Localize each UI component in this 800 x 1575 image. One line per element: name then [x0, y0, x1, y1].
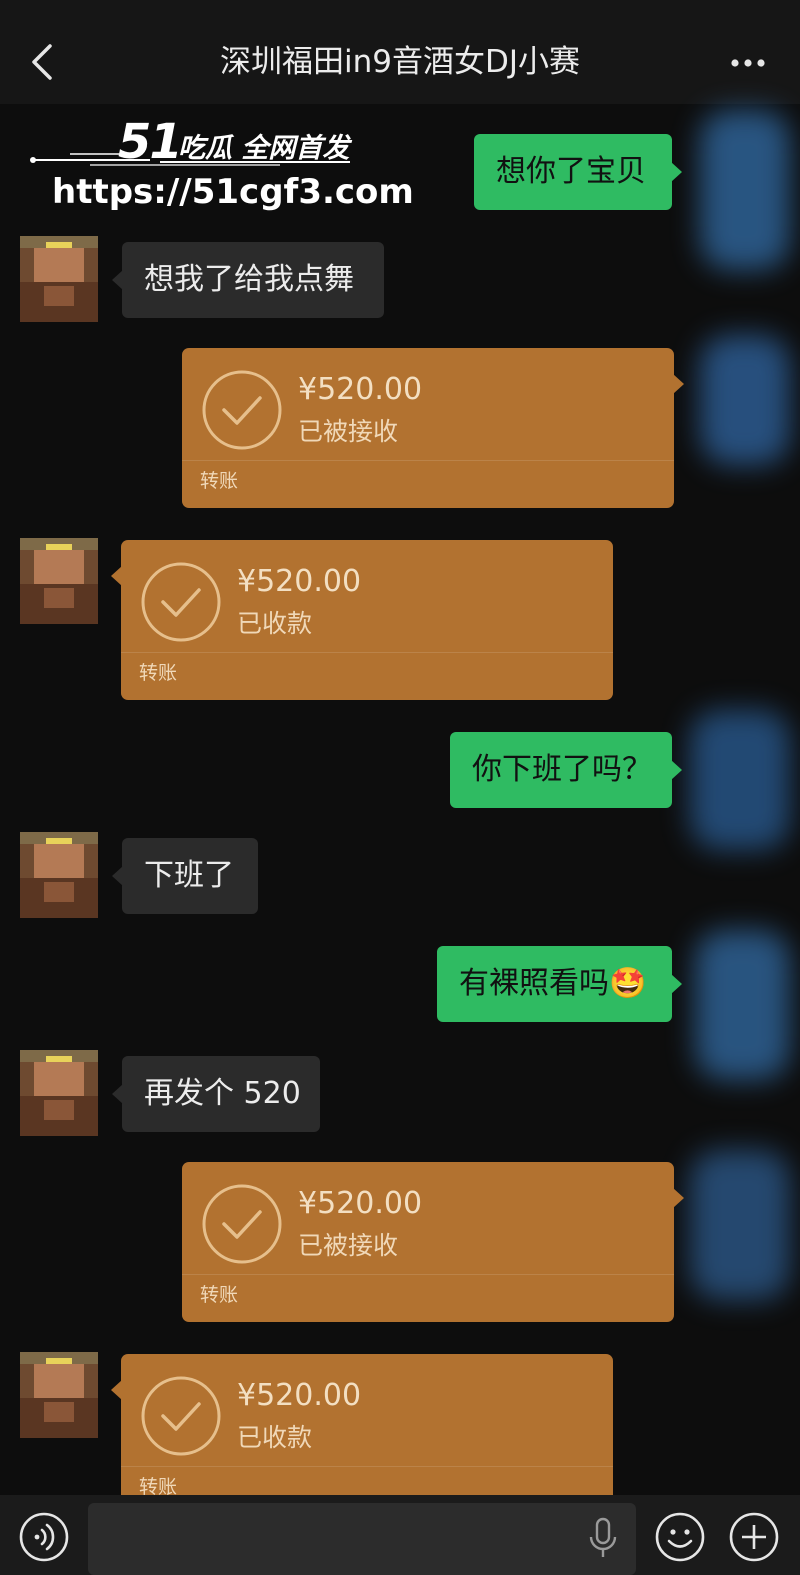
transfer-card[interactable]: ¥520.00 已被接收 转账	[182, 1162, 684, 1322]
sent-message[interactable]: 想你了宝贝	[474, 134, 682, 210]
contact-avatar[interactable]	[20, 1352, 98, 1438]
transfer-card[interactable]: ¥520.00 已收款 转账	[111, 540, 613, 700]
transfer-label: 转账	[200, 1284, 239, 1306]
contact-avatar[interactable]	[20, 236, 98, 322]
divider	[121, 652, 613, 653]
check-circle-icon	[202, 370, 282, 450]
sent-message[interactable]: 有裸照看吗🤩	[437, 946, 682, 1022]
divider	[182, 460, 674, 461]
received-message[interactable]: 想我了给我点舞	[112, 242, 384, 318]
transfer-amount: ¥520.00	[298, 372, 423, 407]
message-text: 想你了宝贝	[496, 154, 646, 189]
transfer-status: 已收款	[237, 609, 313, 638]
circuit-lines-icon	[30, 153, 350, 166]
message-text: 你下班了吗？	[472, 752, 652, 787]
blurred-avatar	[695, 930, 790, 1080]
message-text: 想我了给我点舞	[144, 262, 354, 297]
check-circle-icon	[202, 1184, 282, 1264]
contact-avatar[interactable]	[20, 538, 98, 624]
transfer-label: 转账	[200, 470, 239, 492]
transfer-amount: ¥520.00	[298, 1186, 423, 1221]
sent-message[interactable]: 你下班了吗？	[450, 732, 682, 808]
watermark-url: https://51cgf3.com	[52, 172, 414, 212]
more-options-icon[interactable]	[730, 58, 766, 68]
input-bar	[0, 1495, 800, 1575]
message-text: 下班了	[144, 858, 234, 893]
transfer-status: 已被接收	[298, 417, 399, 446]
blurred-avatar	[690, 710, 790, 850]
check-circle-icon	[141, 1376, 221, 1456]
transfer-status: 已收款	[237, 1423, 313, 1452]
blurred-avatar	[700, 110, 790, 270]
chat-title: 深圳福田in9音酒女DJ小赛	[220, 44, 580, 80]
transfer-label: 转账	[139, 662, 178, 684]
message-text: 有裸照看吗	[459, 966, 609, 1001]
contact-avatar[interactable]	[20, 832, 98, 918]
blurred-avatar	[700, 335, 790, 465]
watermark: 51 吃瓜 全网首发 https://51cgf3.com	[30, 104, 414, 214]
received-message[interactable]: 下班了	[112, 838, 258, 914]
voice-mode-icon[interactable]	[18, 1511, 70, 1563]
emoji-icon[interactable]	[654, 1511, 706, 1563]
received-message[interactable]: 再发个 520	[112, 1056, 320, 1132]
message-text: 再发个 520	[144, 1076, 301, 1111]
transfer-card[interactable]: ¥520.00 已收款 转账	[111, 1354, 613, 1514]
microphone-icon[interactable]	[588, 1517, 618, 1561]
transfer-card[interactable]: ¥520.00 已被接收 转账	[182, 348, 684, 508]
star-struck-emoji-icon: 🤩	[609, 966, 647, 1001]
message-input[interactable]	[88, 1503, 636, 1575]
chat-header: 深圳福田in9音酒女DJ小赛	[0, 0, 800, 104]
contact-avatar[interactable]	[20, 1050, 98, 1136]
plus-icon[interactable]	[728, 1511, 780, 1563]
check-circle-icon	[141, 562, 221, 642]
transfer-amount: ¥520.00	[237, 564, 362, 599]
divider	[121, 1466, 613, 1467]
blurred-avatar	[690, 1150, 790, 1300]
transfer-status: 已被接收	[298, 1231, 399, 1260]
transfer-amount: ¥520.00	[237, 1378, 362, 1413]
divider	[182, 1274, 674, 1275]
